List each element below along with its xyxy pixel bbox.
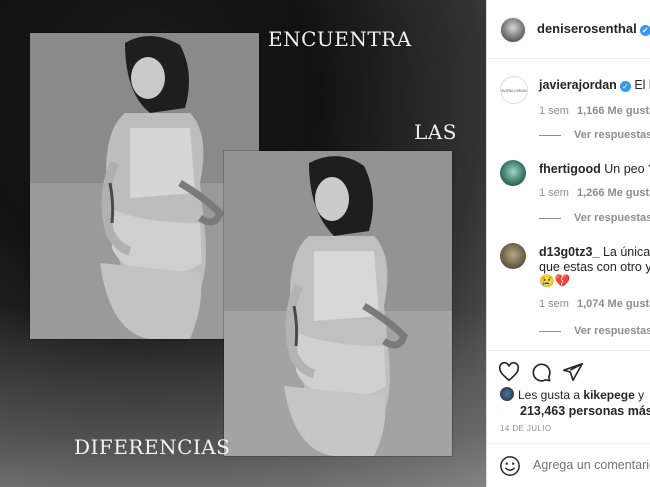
view-replies-button[interactable]: Ver respuestas (8) bbox=[539, 212, 650, 224]
divider-line bbox=[539, 330, 561, 332]
comment-text: La única d bbox=[602, 245, 650, 259]
view-replies-button[interactable]: Ver respuestas (1) bbox=[539, 129, 650, 141]
emoji-icon[interactable] bbox=[499, 455, 521, 477]
liker-username[interactable]: kikepege bbox=[583, 388, 634, 402]
view-replies-label: Ver respuestas (2) bbox=[574, 325, 650, 337]
likes-prefix: Les gusta a bbox=[518, 388, 581, 402]
comment-text: El lu bbox=[634, 78, 650, 92]
comment-likes[interactable]: 1,074 Me gusta bbox=[577, 298, 650, 310]
likes-summary: Les gusta a kikepege y 213,463 personas … bbox=[500, 387, 650, 418]
heart-icon[interactable] bbox=[498, 361, 520, 383]
comment-text: Un peo ? bbox=[604, 162, 650, 176]
divider-line bbox=[539, 217, 561, 219]
commenter-username[interactable]: javierajordan bbox=[539, 78, 617, 92]
commenter-avatar[interactable]: JAVIERA JORDAN bbox=[500, 76, 528, 104]
author-username: deniserosenthal bbox=[537, 21, 637, 36]
commenter-avatar[interactable] bbox=[500, 243, 526, 269]
commenter-username[interactable]: d13g0tz3_ bbox=[539, 245, 599, 259]
author-username-link[interactable]: deniserosenthal ✓ bbox=[537, 21, 650, 36]
author-avatar[interactable] bbox=[500, 17, 526, 43]
view-replies-label: Ver respuestas (1) bbox=[574, 129, 650, 141]
divider-line bbox=[539, 134, 561, 136]
comment-time: 1 sem bbox=[539, 187, 569, 199]
view-replies-button[interactable]: Ver respuestas (2) bbox=[539, 325, 650, 337]
liker-avatar bbox=[500, 387, 514, 401]
post-header: deniserosenthal ✓ bbox=[487, 0, 650, 59]
comment-time: 1 sem bbox=[539, 298, 569, 310]
comment-input[interactable] bbox=[533, 458, 650, 472]
commenter-avatar[interactable] bbox=[500, 160, 526, 186]
post-date[interactable]: 14 DE JULIO bbox=[500, 424, 552, 433]
comment-time: 1 sem bbox=[539, 105, 569, 117]
comment-likes[interactable]: 1,166 Me gusta bbox=[577, 105, 650, 117]
likes-count[interactable]: 213,463 personas más bbox=[520, 404, 650, 418]
overlay-text-bottom: DIFERENCIAS bbox=[74, 435, 231, 459]
commenter-username[interactable]: fhertigood bbox=[539, 162, 601, 176]
view-replies-label: Ver respuestas (8) bbox=[574, 212, 650, 224]
comment-likes[interactable]: 1,266 Me gusta bbox=[577, 187, 650, 199]
comment-icon[interactable] bbox=[530, 361, 552, 383]
svg-text:JAVIERA JORDAN: JAVIERA JORDAN bbox=[501, 89, 527, 93]
share-icon[interactable] bbox=[562, 361, 584, 383]
comments-panel: deniserosenthal ✓ JAVIERA JORDAN javieraj… bbox=[486, 0, 650, 487]
woman-figure-right bbox=[224, 151, 452, 456]
post-image[interactable]: ENCUENTRA LAS DIFERENCIAS bbox=[0, 0, 486, 487]
verified-badge-icon: ✓ bbox=[639, 25, 650, 36]
likes-suffix: y bbox=[638, 388, 645, 402]
brand-logo-icon: JAVIERA JORDAN bbox=[501, 89, 527, 93]
comment-text-line2: que estas con otro y bbox=[539, 260, 650, 274]
add-comment-bar bbox=[487, 443, 650, 487]
instagram-post-view: ENCUENTRA LAS DIFERENCIAS deniserosentha… bbox=[0, 0, 650, 487]
overlay-text-top: ENCUENTRA bbox=[268, 27, 412, 51]
photo-right bbox=[224, 151, 452, 456]
overlay-text-mid: LAS bbox=[414, 120, 457, 144]
verified-badge-icon: ✓ bbox=[619, 81, 631, 92]
comment-emoji: 😢💔 bbox=[539, 274, 571, 288]
